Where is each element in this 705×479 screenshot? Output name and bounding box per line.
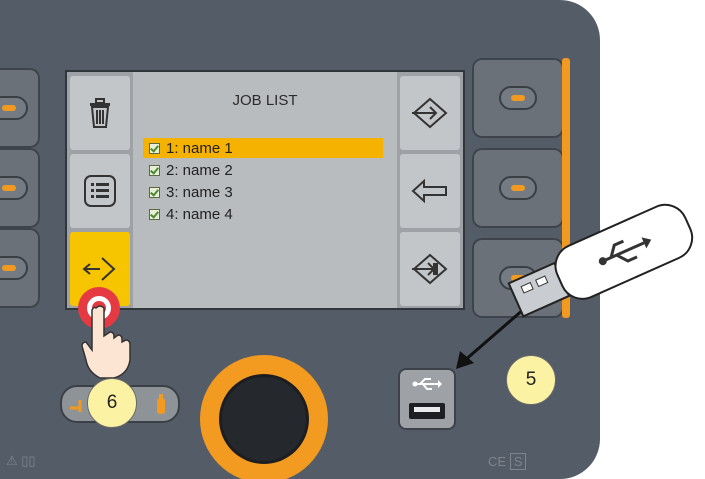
step-6-callout: 6 [87, 378, 137, 428]
oval-indicator-icon [0, 176, 28, 200]
back-button[interactable] [400, 154, 460, 228]
left-softkey-1[interactable] [0, 68, 40, 148]
right-icon-column [397, 72, 463, 308]
gas-bottle-icon [154, 393, 168, 415]
torch-icon [68, 394, 88, 414]
list-button[interactable] [70, 154, 130, 228]
job-list-item[interactable]: 4: name 4 [143, 204, 383, 224]
oval-indicator-icon [0, 256, 28, 280]
usb-flash-drive [507, 203, 694, 318]
left-icon-column [67, 72, 133, 308]
checkbox-icon[interactable] [149, 186, 160, 198]
lcd-screen: JOB LIST 1: name 1 2: name 2 3: name 3 4… [65, 70, 465, 310]
warning-marks-icon: ⚠ ▯▯ [6, 453, 36, 468]
oval-indicator-icon [499, 86, 537, 110]
usb-symbol-icon [412, 378, 442, 390]
left-softkey-3[interactable] [0, 228, 40, 308]
checkbox-icon[interactable] [149, 142, 160, 154]
screen-title: JOB LIST [232, 92, 298, 109]
left-softkey-2[interactable] [0, 148, 40, 228]
export-icon [82, 257, 116, 281]
job-list-item[interactable]: 3: name 3 [143, 182, 383, 202]
oval-indicator-icon [0, 96, 28, 120]
right-softkey-1[interactable] [472, 58, 564, 138]
job-list-item[interactable]: 2: name 2 [143, 160, 383, 180]
checkbox-icon[interactable] [149, 164, 160, 176]
pointing-hand-icon [81, 305, 131, 379]
control-knob[interactable] [200, 355, 328, 479]
save-button[interactable] [400, 232, 460, 306]
usb-slot [409, 403, 445, 419]
import-icon [412, 97, 448, 129]
s-mark-icon: S [509, 453, 527, 470]
list-icon [84, 175, 116, 207]
usb-port[interactable] [398, 368, 456, 430]
back-arrow-icon [411, 178, 447, 204]
import-button[interactable] [400, 76, 460, 150]
checkbox-icon[interactable] [149, 208, 160, 220]
delete-button[interactable] [70, 76, 130, 150]
job-list-item[interactable]: 1: name 1 [143, 138, 383, 158]
trash-icon [90, 98, 110, 128]
ce-mark: CE S [488, 453, 527, 470]
save-icon [412, 253, 448, 285]
